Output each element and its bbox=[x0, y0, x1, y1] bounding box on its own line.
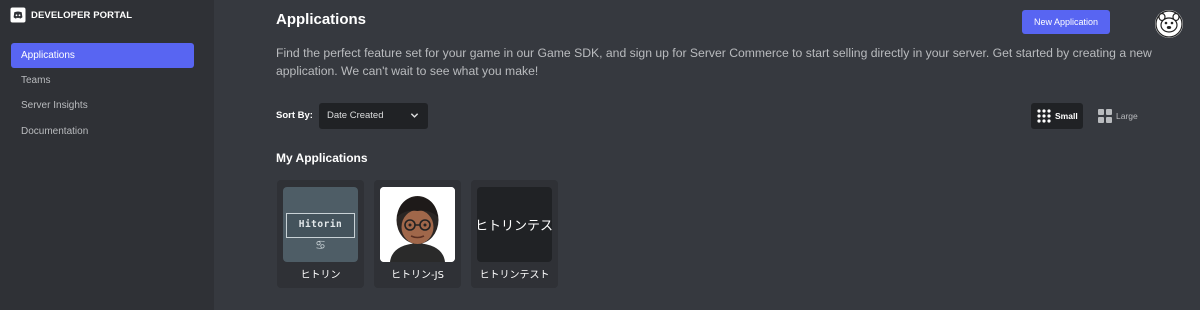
avatar[interactable] bbox=[1155, 10, 1183, 38]
sort-select[interactable]: Date Created bbox=[319, 103, 428, 129]
grid-small-icon bbox=[1037, 109, 1051, 123]
sidebar-item-applications[interactable]: Applications bbox=[11, 43, 194, 68]
section-title: My Applications bbox=[276, 151, 368, 165]
view-large-label: Large bbox=[1116, 111, 1138, 121]
brand[interactable]: DEVELOPER PORTAL bbox=[10, 6, 132, 24]
user-avatar-icon bbox=[1155, 10, 1183, 38]
app-thumbnail: Hitorin ♋ bbox=[283, 187, 358, 262]
view-small-label: Small bbox=[1055, 111, 1078, 121]
cancer-sign-icon: ♋ bbox=[315, 238, 326, 252]
view-large-toggle[interactable]: Large bbox=[1092, 103, 1144, 129]
hitorin-logo-box: Hitorin bbox=[286, 213, 355, 238]
new-application-button[interactable]: New Application bbox=[1022, 10, 1110, 34]
app-thumbnail: ヒトリンテスト bbox=[477, 187, 552, 262]
app-card[interactable]: ヒトリン-JS bbox=[374, 180, 461, 288]
view-small-toggle[interactable]: Small bbox=[1031, 103, 1083, 129]
app-name: ヒトリンテスト bbox=[479, 270, 550, 281]
discord-logo-icon bbox=[10, 7, 26, 23]
brand-name: DEVELOPER PORTAL bbox=[31, 9, 133, 21]
sort-label: Sort By: bbox=[276, 110, 313, 121]
sidebar-item-teams[interactable]: Teams bbox=[11, 68, 194, 93]
page-title: Applications bbox=[276, 11, 367, 28]
sidebar: DEVELOPER PORTAL Applications Teams Serv… bbox=[0, 0, 214, 310]
app-thumbnail bbox=[380, 187, 455, 262]
app-card[interactable]: Hitorin ♋ ヒトリン bbox=[277, 180, 364, 288]
sort-selected-value: Date Created bbox=[327, 110, 384, 121]
person-portrait-icon bbox=[380, 187, 455, 262]
app-name: ヒトリン bbox=[300, 270, 341, 281]
app-name: ヒトリン-JS bbox=[391, 270, 444, 281]
app-thumbnail-text: ヒトリンテスト bbox=[477, 219, 552, 234]
grid-large-icon bbox=[1098, 109, 1112, 123]
app-card[interactable]: ヒトリンテスト ヒトリンテスト bbox=[471, 180, 558, 288]
chevron-down-icon bbox=[410, 113, 419, 118]
sidebar-item-documentation[interactable]: Documentation bbox=[11, 119, 194, 144]
sidebar-item-server-insights[interactable]: Server Insights bbox=[11, 93, 194, 118]
hitorin-logo-text: Hitorin bbox=[298, 219, 343, 230]
intro-text: Find the perfect feature set for your ga… bbox=[276, 46, 1152, 78]
